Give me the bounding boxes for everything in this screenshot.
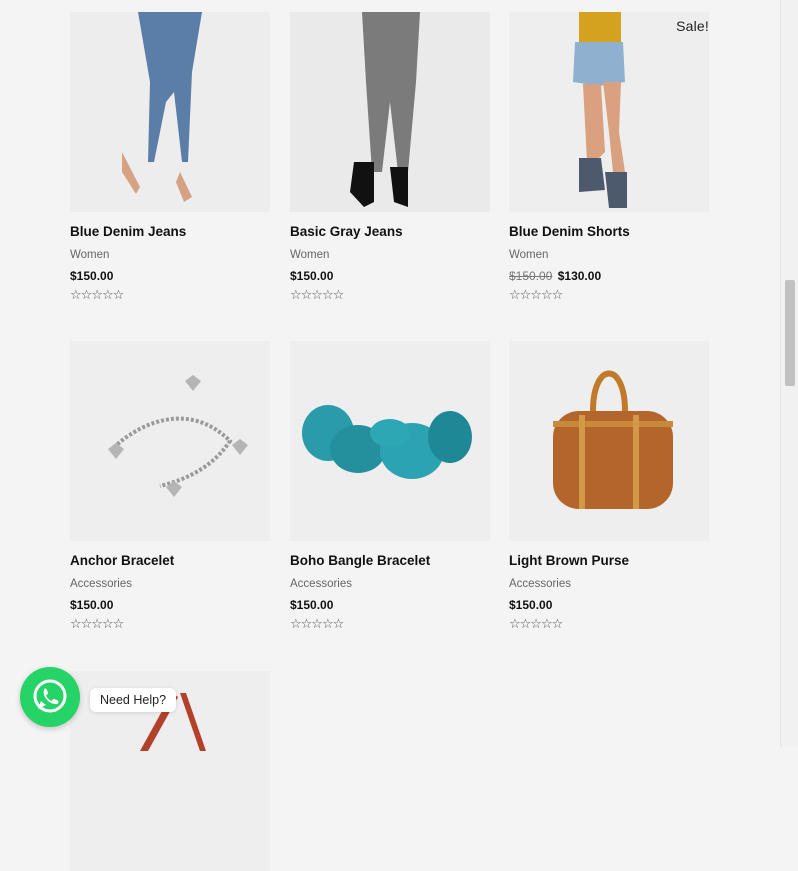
need-help-label[interactable]: Need Help? [90,688,177,712]
product-image[interactable] [70,12,270,212]
current-price: $150.00 [290,598,334,612]
product-card-blue-denim-shorts[interactable]: Sale! Blue Denim Shorts Women $150.00 $1… [509,12,709,303]
product-price: $150.00 [70,598,113,612]
jeans-image [70,12,270,212]
rating-stars: ☆☆☆☆☆ [70,288,124,303]
rating-stars: ☆☆☆☆☆ [509,288,563,303]
whatsapp-icon [33,679,67,713]
product-title[interactable]: Blue Denim Shorts [509,224,630,239]
product-card-light-brown-purse[interactable]: Light Brown Purse Accessories $150.00 ☆☆… [509,341,709,632]
current-price: $130.00 [557,269,602,283]
product-category[interactable]: Accessories [290,578,352,590]
product-category[interactable]: Women [70,249,109,261]
product-image[interactable] [290,12,490,212]
scrollbar-thumb[interactable] [785,280,795,386]
whatsapp-button[interactable] [20,667,80,727]
product-card-anchor-bracelet[interactable]: Anchor Bracelet Accessories $150.00 ☆☆☆☆… [70,341,270,632]
current-price: $150.00 [290,269,334,283]
product-title[interactable]: Boho Bangle Bracelet [290,553,430,568]
product-title[interactable]: Anchor Bracelet [70,553,174,568]
current-price: $150.00 [70,598,114,612]
rating-stars: ☆☆☆☆☆ [290,288,344,303]
old-price: $150.00 [509,269,553,283]
product-category[interactable]: Accessories [70,578,132,590]
product-title[interactable]: Basic Gray Jeans [290,224,403,239]
product-title[interactable]: Blue Denim Jeans [70,224,186,239]
jeans-image [290,12,490,212]
current-price: $150.00 [509,598,553,612]
product-price: $150.00 [70,269,113,283]
bangle-image [290,341,490,541]
purse-image [509,341,709,541]
rating-stars: ☆☆☆☆☆ [70,617,124,632]
rating-stars: ☆☆☆☆☆ [290,617,344,632]
shorts-image [509,12,709,212]
product-category[interactable]: Women [509,249,548,261]
sale-badge: Sale! [676,18,709,34]
current-price: $150.00 [70,269,114,283]
product-card-boho-bangle-bracelet[interactable]: Boho Bangle Bracelet Accessories $150.00… [290,341,490,632]
product-image[interactable] [509,341,709,541]
bracelet-image [70,341,270,541]
product-image[interactable]: Sale! [509,12,709,212]
product-price: $150.00 [290,269,333,283]
product-category[interactable]: Women [290,249,329,261]
product-card-basic-gray-jeans[interactable]: Basic Gray Jeans Women $150.00 ☆☆☆☆☆ [290,12,490,303]
product-image[interactable] [70,341,270,541]
product-price: $150.00 [290,598,333,612]
product-price: $150.00 $130.00 [509,269,601,283]
scrollbar[interactable] [780,0,798,747]
product-price: $150.00 [509,598,552,612]
product-category[interactable]: Accessories [509,578,571,590]
product-title[interactable]: Light Brown Purse [509,553,629,568]
product-image[interactable] [290,341,490,541]
rating-stars: ☆☆☆☆☆ [509,617,563,632]
product-card-blue-denim-jeans[interactable]: Blue Denim Jeans Women $150.00 ☆☆☆☆☆ [70,12,270,303]
